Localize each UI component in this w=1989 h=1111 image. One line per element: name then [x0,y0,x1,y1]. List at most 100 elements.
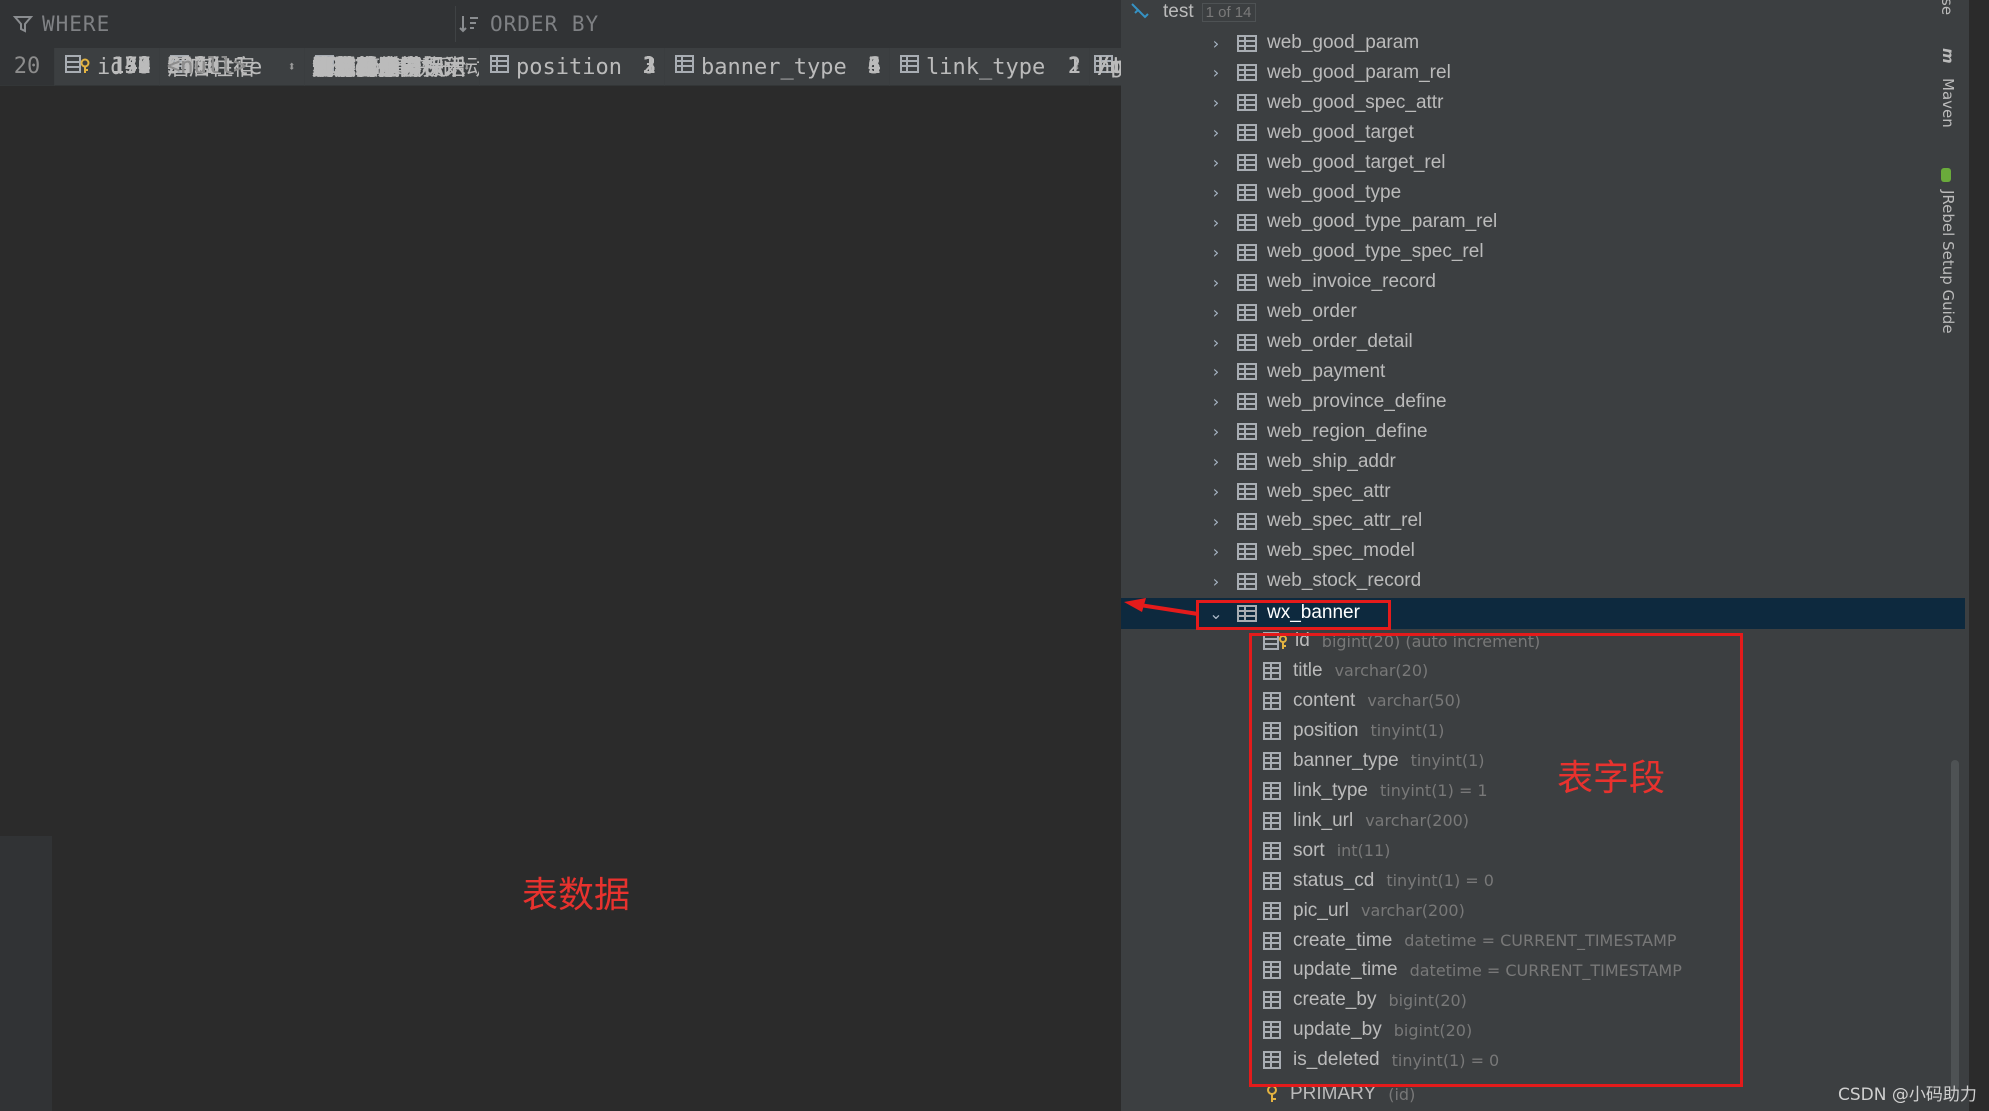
chevron-right-icon[interactable]: › [1209,63,1223,82]
table-icon [1237,34,1257,52]
table-node[interactable]: › web_good_target_rel [1209,148,1446,178]
chevron-right-icon[interactable]: › [1209,512,1223,531]
grid-cell[interactable]: 测试电子券标识 [305,48,480,86]
schema-node[interactable]: test 1 of 14 [1129,0,1256,27]
table-icon [1237,512,1257,530]
table-icon [1237,154,1257,172]
table-node[interactable]: › web_good_type_param_rel [1209,207,1497,237]
table-name: web_ship_addr [1267,450,1396,472]
filter-bar: WHERE ORDER BY [0,0,1121,49]
table-name: web_spec_attr_rel [1267,510,1423,532]
maven-icon[interactable]: m [1939,48,1957,64]
sort-icon [459,16,478,33]
chevron-right-icon[interactable]: › [1209,183,1223,202]
annotation-table-fields: 表字段 [1557,758,1666,799]
table-name: web_good_spec_attr [1267,91,1444,113]
chevron-right-icon[interactable]: › [1209,542,1223,561]
table-node[interactable]: › web_order [1209,297,1357,327]
table-node[interactable]: › web_spec_model [1209,536,1415,566]
side-tab-maven[interactable]: Maven [1939,78,1957,128]
table-icon [1237,64,1257,82]
chevron-right-icon[interactable]: › [1209,422,1223,441]
annotation-box-selected-table [1196,600,1391,630]
chevron-right-icon[interactable]: › [1209,93,1223,112]
table-node[interactable]: › web_spec_attr [1209,477,1391,507]
filter-icon [12,16,34,33]
grid-cell[interactable]: /m [1090,48,1121,86]
table-node[interactable]: › web_invoice_record [1209,267,1436,297]
table-name: web_good_type_param_rel [1267,211,1498,233]
table-name: web_spec_attr [1267,480,1391,502]
table-node[interactable]: › web_payment [1209,357,1386,387]
grid-cell[interactable]: 154 [55,48,160,86]
table-icon [1237,213,1257,231]
table-name: web_good_target_rel [1267,151,1446,173]
chevron-right-icon[interactable]: › [1209,333,1223,352]
chevron-right-icon[interactable]: › [1209,34,1223,53]
key-icon [1267,1085,1277,1102]
table-icon [1237,453,1257,471]
chevron-right-icon[interactable]: › [1209,452,1223,471]
table-icon [1237,483,1257,500]
index-columns: (id) [1388,1084,1416,1104]
filter-separator [455,6,456,42]
table-node[interactable]: › web_ship_addr [1209,447,1396,477]
table-node[interactable]: › web_good_spec_attr [1209,88,1444,118]
table-icon [1237,94,1257,112]
grid-cell[interactable]: 2 [480,48,665,86]
side-tab-database[interactable]: se [1938,0,1956,15]
chevron-right-icon[interactable]: › [1209,303,1223,322]
chevron-right-icon[interactable]: › [1209,482,1223,501]
table-name: web_invoice_record [1267,271,1436,293]
table-node[interactable]: › web_order_detail [1209,327,1413,357]
chevron-right-icon[interactable]: › [1209,213,1223,232]
table-node[interactable]: › web_good_param [1209,28,1419,58]
table-node[interactable]: › web_good_type [1209,178,1401,208]
table-node[interactable]: › web_province_define [1209,387,1447,417]
schema-name: test [1163,1,1194,22]
schema-count-badge: 1 of 14 [1201,2,1256,22]
table-name: web_order [1267,301,1357,323]
annotation-table-data: 表数据 [522,875,631,916]
table-node[interactable]: › web_spec_attr_rel [1209,506,1422,536]
chevron-right-icon[interactable]: › [1209,243,1223,262]
table-name: web_region_define [1267,420,1428,442]
table-name: web_good_param [1267,32,1420,53]
annotation-box-fields [1249,633,1743,1087]
annotation-arrow [1124,598,1199,616]
schema-icon [1131,3,1149,19]
chevron-right-icon[interactable]: › [1209,362,1223,381]
table-node[interactable]: › web_good_target [1209,118,1414,148]
chevron-right-icon[interactable]: › [1209,153,1223,172]
chevron-right-icon[interactable]: › [1209,273,1223,292]
table-node[interactable]: › web_region_define [1209,417,1428,447]
table-name: web_province_define [1267,390,1447,412]
data-editor-panel: WHERE ORDER BY id ⬍ title ⬍ content ⬍ po… [0,0,1121,1111]
table-name: web_order_detail [1267,331,1413,352]
table-icon [1237,363,1257,381]
table-name: web_stock_record [1267,570,1422,592]
table-node[interactable]: › web_good_param_rel [1209,58,1451,88]
chevron-right-icon[interactable]: › [1209,572,1223,591]
where-filter[interactable]: WHERE [12,0,110,48]
grid-cell[interactable]: 1 [890,48,1090,86]
table-name: web_good_target [1267,121,1414,143]
tree-scrollbar[interactable] [1951,760,1959,1090]
table-icon [1237,333,1257,351]
table-icon [1237,423,1257,441]
order-by-label: ORDER BY [490,12,600,36]
grid-cell[interactable]: 1 [665,48,890,86]
order-by-filter[interactable]: ORDER BY [458,0,599,48]
table-icon [1237,572,1257,590]
side-tab-jrebel[interactable]: JRebel Setup Guide [1939,190,1957,334]
table-icon [1237,124,1257,142]
chevron-right-icon[interactable]: › [1209,123,1223,142]
table-icon [1237,273,1257,291]
chevron-right-icon[interactable]: › [1209,392,1223,411]
table-icon [1237,542,1257,560]
row-number: 20 [0,48,55,86]
table-name: web_good_type_spec_rel [1267,241,1484,263]
table-node[interactable]: › web_good_type_spec_rel [1209,237,1484,267]
grid-cell[interactable]: <null> [160,48,305,86]
table-node[interactable]: › web_stock_record [1209,566,1421,596]
